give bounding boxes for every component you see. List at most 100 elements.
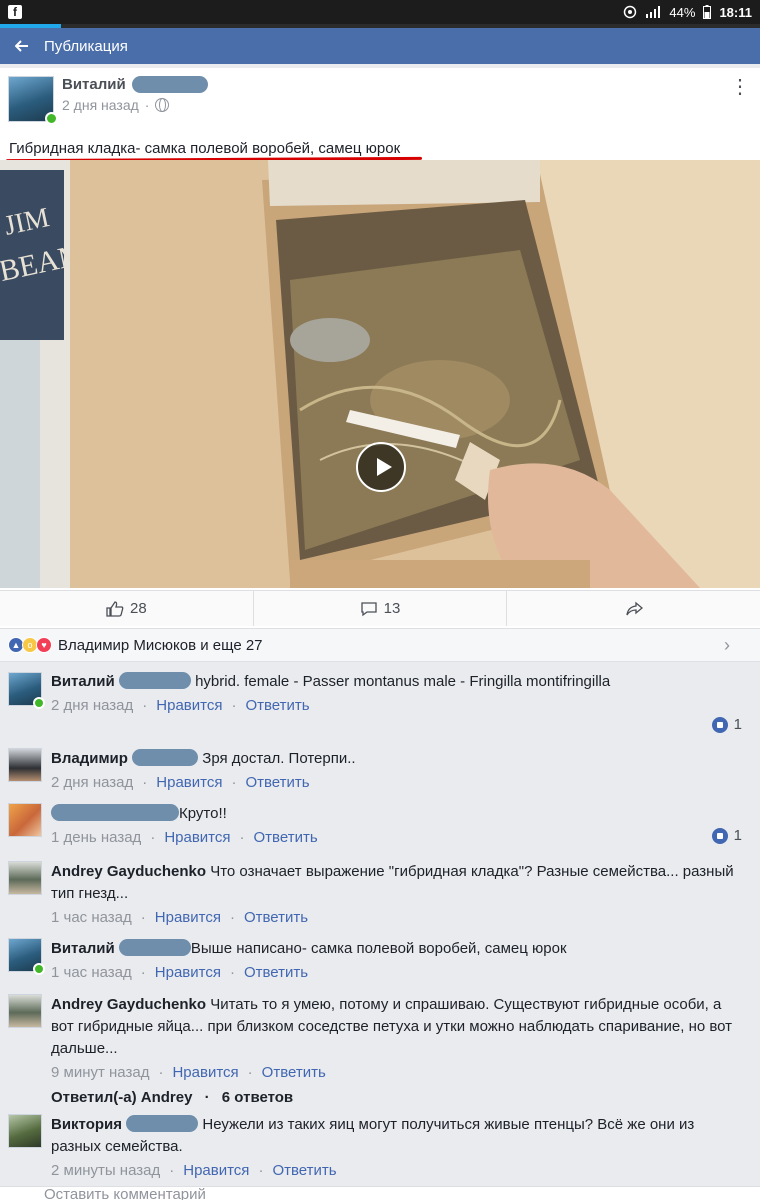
- comments-list: Виталий hybrid. female - Passer montanus…: [0, 663, 760, 1186]
- commenter-name[interactable]: Andrey Gayduchenko: [51, 863, 206, 880]
- back-button[interactable]: [0, 36, 44, 57]
- commenter-avatar[interactable]: [8, 994, 42, 1028]
- comment-body: Виталий Выше написано- самка полевой вор…: [51, 938, 746, 960]
- reactions-summary[interactable]: ▲ o ♥ Владимир Мисюков и еще 27 ›: [0, 628, 760, 662]
- comment-like-link[interactable]: Нравится: [155, 909, 221, 926]
- like-count: 28: [129, 600, 147, 617]
- comment-count: 13: [383, 600, 401, 617]
- redacted-surname: [126, 1115, 199, 1132]
- redacted-surname: [118, 939, 191, 956]
- comment-like-link[interactable]: Нравится: [183, 1162, 249, 1179]
- like-icon: [711, 716, 728, 733]
- comment-text: Зря достал. Потерпи..: [202, 750, 356, 767]
- comment-like-number: 1: [733, 827, 742, 844]
- post-time[interactable]: 2 дня назад: [62, 97, 139, 113]
- comment-reply-link[interactable]: Ответить: [254, 829, 318, 846]
- online-status-icon: [33, 697, 45, 709]
- comment-time[interactable]: 1 час назад: [51, 909, 132, 926]
- comment-meta: 1 день назад · Нравится · Ответить: [51, 829, 318, 846]
- post-meta: Виталий 2 дня назад ·: [62, 76, 208, 122]
- comment-like-link[interactable]: Нравится: [164, 829, 230, 846]
- app-bar: Публикация: [0, 28, 760, 64]
- comment-meta: 2 минуты назад · Нравится · Ответить: [51, 1162, 337, 1179]
- commenter-avatar[interactable]: [8, 861, 42, 895]
- commenter-name[interactable]: Виталий: [51, 673, 115, 690]
- comment: Andrey Gayduchenko Что означает выражени…: [0, 848, 760, 926]
- comment: Владимир Зря достал. Потерпи.. 2 дня наз…: [0, 738, 760, 793]
- comment-reply-link[interactable]: Ответить: [245, 697, 309, 714]
- comment-reply-link[interactable]: Ответить: [262, 1064, 326, 1081]
- comment: Круто!! 1 день назад · Нравится · Ответить…: [0, 793, 760, 848]
- comment-body: Владимир Зря достал. Потерпи..: [51, 748, 746, 770]
- battery-level: 44%: [669, 4, 696, 20]
- love-icon: ♥: [36, 637, 52, 653]
- separator: ·: [144, 97, 150, 113]
- commenter-name[interactable]: Виталий: [51, 940, 115, 957]
- comment-meta: 2 дня назад · Нравится · Ответить: [51, 697, 310, 714]
- share-icon: [626, 601, 643, 615]
- online-status-icon: [45, 112, 58, 125]
- like-icon: [711, 827, 728, 844]
- comment-like-number: 1: [733, 716, 742, 733]
- commenter-name[interactable]: Andrey Gayduchenko: [51, 996, 206, 1013]
- comment-time[interactable]: 1 день назад: [51, 829, 141, 846]
- replies-prefix: Ответил(-а) Andrey: [51, 1089, 193, 1106]
- comment: Andrey Gayduchenko Читать то я умею, пот…: [0, 981, 760, 1106]
- view-replies-link[interactable]: Ответил(-а) Andrey · 6 ответов: [51, 1089, 746, 1106]
- status-bar: f 44% 18:11: [0, 0, 760, 24]
- comment-meta: 1 час назад · Нравится · Ответить: [51, 909, 309, 926]
- comment: Виталий Выше написано- самка полевой вор…: [0, 926, 760, 981]
- comment-time[interactable]: 1 час назад: [51, 964, 132, 981]
- comment: Виктория Неужели из таких яиц могут полу…: [0, 1106, 760, 1186]
- comment-input-placeholder[interactable]: Оставить комментарий: [44, 1186, 206, 1200]
- comment: Виталий hybrid. female - Passer montanus…: [0, 663, 760, 738]
- comment-time[interactable]: 9 минут назад: [51, 1064, 149, 1081]
- commenter-avatar[interactable]: [8, 748, 42, 782]
- comment-composer[interactable]: Оставить комментарий: [0, 1186, 760, 1200]
- facebook-notification-icon: f: [8, 5, 22, 19]
- commenter-name[interactable]: Виктория: [51, 1116, 122, 1133]
- thumbs-up-icon: [106, 600, 124, 617]
- comment-meta: 1 час назад · Нравится · Ответить: [51, 964, 309, 981]
- commenter-avatar[interactable]: [8, 938, 45, 975]
- comment-body: Andrey Gayduchenko Что означает выражени…: [51, 861, 746, 905]
- share-button[interactable]: [507, 591, 760, 626]
- battery-icon: [703, 5, 712, 19]
- video-thumbnail[interactable]: JIM BEAM: [0, 160, 760, 588]
- comment-like-link[interactable]: Нравится: [155, 964, 221, 981]
- commenter-avatar[interactable]: [8, 803, 42, 837]
- comment-like-count[interactable]: 1: [711, 827, 742, 844]
- commenter-avatar[interactable]: [8, 1114, 42, 1148]
- comment-reply-link[interactable]: Ответить: [244, 964, 308, 981]
- comment-time[interactable]: 2 дня назад: [51, 774, 133, 791]
- comment-like-count[interactable]: 1: [711, 716, 742, 733]
- comment-like-link[interactable]: Нравится: [172, 1064, 238, 1081]
- play-icon[interactable]: [356, 442, 406, 492]
- post-text: Гибридная кладка- самка полевой воробей,…: [9, 140, 401, 157]
- comment-like-link[interactable]: Нравится: [156, 774, 222, 791]
- redacted-surname: [132, 749, 199, 766]
- online-status-icon: [33, 963, 45, 975]
- post-header: Виталий 2 дня назад ·: [8, 76, 208, 125]
- comment-body: Виталий hybrid. female - Passer montanus…: [51, 671, 746, 693]
- comment-time[interactable]: 2 минуты назад: [51, 1162, 160, 1179]
- replies-count: 6 ответов: [221, 1089, 294, 1106]
- commenter-avatar[interactable]: [8, 672, 45, 709]
- comment-reply-link[interactable]: Ответить: [244, 909, 308, 926]
- more-options-icon[interactable]: ⋮: [730, 77, 750, 97]
- comment-time[interactable]: 2 дня назад: [51, 697, 133, 714]
- clock: 18:11: [719, 4, 752, 20]
- post-author-name[interactable]: Виталий: [62, 76, 126, 93]
- comment-reply-link[interactable]: Ответить: [272, 1162, 336, 1179]
- comment-reply-link[interactable]: Ответить: [245, 774, 309, 791]
- comment-button[interactable]: 13: [254, 591, 508, 626]
- commenter-name[interactable]: Владимир: [51, 750, 128, 767]
- comment-text: Выше написано- самка полевой воробей, са…: [190, 940, 567, 957]
- like-button[interactable]: 28: [0, 591, 254, 626]
- author-avatar[interactable]: [8, 76, 58, 125]
- comment-body: Andrey Gayduchenko Читать то я умею, пот…: [51, 994, 746, 1060]
- sync-icon: [624, 5, 637, 19]
- comment-body: Круто!!: [51, 803, 746, 825]
- comment-like-link[interactable]: Нравится: [156, 697, 222, 714]
- comment-meta: 2 дня назад · Нравится · Ответить: [51, 774, 310, 791]
